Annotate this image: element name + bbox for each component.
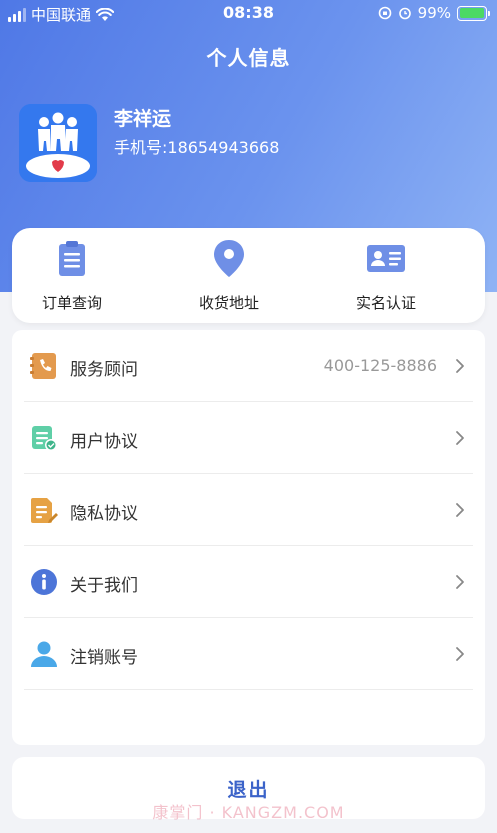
watermark: 康掌门 · KANGZM.COM <box>152 803 345 822</box>
quick-action-label: 收货地址 <box>198 294 259 312</box>
order-query-button[interactable]: 订单查询 <box>12 238 132 313</box>
page-title: 个人信息 <box>206 46 291 70</box>
chevron-right-icon <box>456 431 464 445</box>
family-logo-icon <box>19 104 97 182</box>
battery-percent: 99% <box>417 4 451 22</box>
clipboard-icon <box>59 241 85 276</box>
phone-book-icon <box>30 353 56 379</box>
menu-item-about-us[interactable]: 关于我们 <box>24 546 473 618</box>
battery-icon <box>457 5 490 21</box>
location-pin-icon <box>214 240 244 277</box>
screen: 中国联通 08:38 99% 个人信息 李祥运 手机号:18654943668 … <box>0 0 497 833</box>
logout-label: 退出 <box>227 779 270 801</box>
orientation-lock-icon <box>378 6 391 20</box>
menu-item-cancel-account[interactable]: 注销账号 <box>24 618 473 690</box>
user-phone: 手机号:18654943668 <box>114 138 280 157</box>
agreement-doc-icon <box>32 426 57 451</box>
real-name-auth-button[interactable]: 实名认证 <box>326 238 446 313</box>
chevron-right-icon <box>456 647 464 661</box>
chevron-right-icon <box>456 503 464 517</box>
privacy-doc-icon <box>31 498 58 523</box>
id-card-icon <box>367 245 405 272</box>
chevron-right-icon <box>456 575 464 589</box>
menu-item-service-advisor[interactable]: 服务顾问 400-125-8886 <box>24 330 473 402</box>
avatar[interactable] <box>19 104 97 182</box>
chevron-right-icon <box>456 359 464 373</box>
service-phone-number: 400-125-8886 <box>323 356 437 375</box>
status-bar: 中国联通 08:38 99% <box>0 0 497 26</box>
menu-item-user-agreement[interactable]: 用户协议 <box>24 402 473 474</box>
quick-action-label: 订单查询 <box>41 294 102 312</box>
info-icon <box>31 569 57 595</box>
shipping-address-button[interactable]: 收货地址 <box>169 238 289 313</box>
menu-list: 服务顾问 400-125-8886 用户协议 隐私协议 关于我们 注销账号 <box>12 330 485 745</box>
menu-item-label: 用户协议 <box>70 432 138 452</box>
menu-item-label: 服务顾问 <box>70 360 138 380</box>
user-icon <box>31 641 57 667</box>
user-name: 李祥运 <box>114 108 172 130</box>
menu-item-label: 关于我们 <box>70 576 138 596</box>
alarm-icon <box>398 7 411 20</box>
quick-actions-card: 订单查询 收货地址 实名认证 <box>12 228 485 323</box>
menu-item-label: 隐私协议 <box>70 504 138 524</box>
quick-action-label: 实名认证 <box>355 294 416 312</box>
menu-item-privacy-agreement[interactable]: 隐私协议 <box>24 474 473 546</box>
menu-item-label: 注销账号 <box>70 648 138 668</box>
